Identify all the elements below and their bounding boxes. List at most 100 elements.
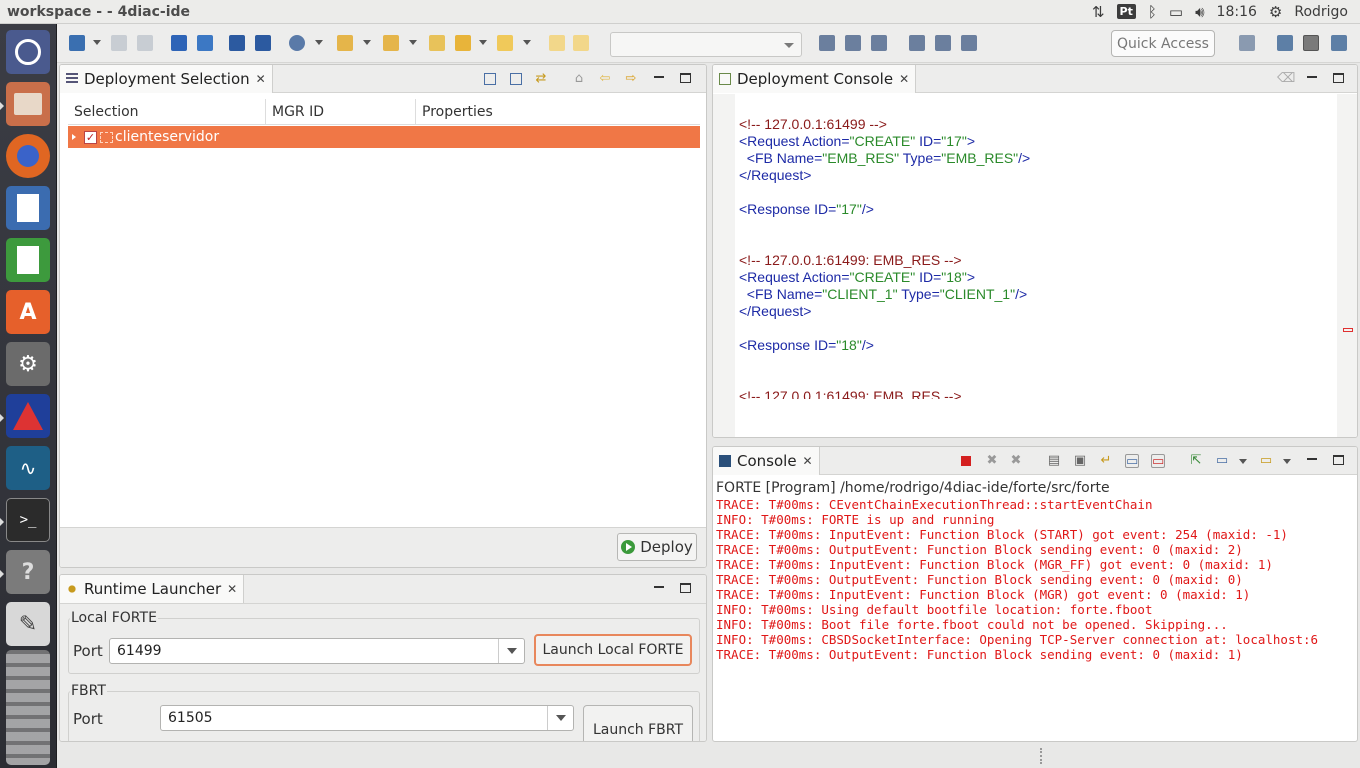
column-properties[interactable]: Properties [416, 99, 700, 124]
ruler-marker[interactable] [1343, 328, 1353, 332]
editor-icon[interactable]: ✎ [6, 602, 50, 646]
last-edit-icon[interactable] [429, 35, 445, 51]
volume-icon[interactable]: 🔊︎ [1195, 3, 1204, 21]
maximize-icon[interactable] [680, 73, 691, 83]
keyboard-layout-indicator[interactable]: Pt [1116, 4, 1136, 19]
tab-runtime-launcher[interactable]: Runtime Launcher ✕ [60, 575, 245, 603]
collapse-all-icon[interactable] [484, 73, 496, 85]
deployment-perspective-icon[interactable] [1303, 35, 1319, 51]
new-dropdown[interactable] [93, 40, 101, 45]
4diac-icon[interactable] [6, 394, 50, 438]
link-icon[interactable]: ⇄ [534, 72, 548, 86]
align-middle-icon[interactable] [935, 35, 951, 51]
align-left-icon[interactable] [819, 35, 835, 51]
debug-perspective-icon[interactable] [1331, 35, 1347, 51]
search-icon[interactable] [289, 35, 305, 51]
back-dropdown[interactable] [479, 40, 487, 45]
back-icon[interactable] [455, 35, 471, 51]
scope-icon[interactable]: ∿ [6, 446, 50, 490]
open-console-icon[interactable]: ▭ [1259, 454, 1273, 468]
network-arrows-icon[interactable]: ⇅ [1092, 3, 1105, 21]
bluetooth-icon[interactable]: ᛒ [1148, 3, 1157, 21]
tab-console[interactable]: Console ✕ [713, 447, 820, 475]
minimize-icon[interactable] [1307, 458, 1317, 460]
minimize-icon[interactable] [654, 586, 664, 588]
show-on-stderr-icon[interactable]: ▭ [1151, 454, 1165, 469]
redo-icon[interactable] [573, 35, 589, 51]
align-top-icon[interactable] [909, 35, 925, 51]
forward-arrow-icon[interactable]: ⇨ [624, 72, 638, 86]
ubuntu-logo-icon[interactable] [6, 30, 50, 74]
scroll-lock-icon[interactable]: ▣ [1073, 454, 1087, 468]
close-icon[interactable]: ✕ [899, 72, 909, 86]
remove-all-launches-icon[interactable]: ✖ [1009, 454, 1023, 468]
search-dropdown[interactable] [315, 40, 323, 45]
files-icon[interactable] [6, 82, 50, 126]
align-center-icon[interactable] [845, 35, 861, 51]
chevron-down-icon[interactable] [547, 706, 573, 730]
calc-icon[interactable] [6, 238, 50, 282]
previous-annotation-icon[interactable] [383, 35, 399, 51]
clock[interactable]: 18:16 [1217, 4, 1257, 20]
previous-annotation-dropdown[interactable] [409, 40, 417, 45]
clear-console-icon[interactable]: ▤ [1047, 454, 1061, 468]
minimize-icon[interactable] [654, 76, 664, 78]
system-perspective-icon[interactable] [1277, 35, 1293, 51]
power-gear-icon[interactable]: ⚙ [1269, 3, 1282, 21]
maximize-icon[interactable] [680, 583, 691, 593]
tab-deployment-selection[interactable]: Deployment Selection ✕ [60, 65, 273, 93]
show-on-stdout-icon[interactable]: ▭ [1125, 454, 1139, 469]
local-forte-port-combo[interactable]: 61499 [109, 638, 525, 664]
console-output[interactable]: TRACE: T#00ms: CEventChainExecutionThrea… [716, 497, 1356, 662]
deploy-button[interactable]: Deploy [617, 533, 697, 561]
terminal-icon[interactable]: >_ [6, 498, 50, 542]
save-icon[interactable] [111, 35, 127, 51]
terminate-icon[interactable] [959, 454, 973, 468]
close-icon[interactable]: ✕ [256, 72, 266, 86]
close-icon[interactable]: ✕ [227, 582, 237, 596]
open-console-dropdown[interactable] [1283, 459, 1291, 464]
tab-deployment-console[interactable]: Deployment Console ✕ [713, 65, 917, 93]
remove-launch-icon[interactable]: ✖ [985, 454, 999, 468]
column-selection[interactable]: Selection [68, 99, 266, 124]
battery-icon[interactable]: ▭ [1169, 3, 1183, 21]
fbrt-port-combo[interactable]: 61505 [160, 705, 574, 731]
tree-row[interactable]: ✓ clienteservidor [68, 126, 700, 148]
new-icon[interactable] [69, 35, 85, 51]
clear-console-icon[interactable]: ⌫ [1277, 72, 1295, 86]
word-wrap-icon[interactable]: ↵ [1099, 454, 1113, 468]
next-annotation-icon[interactable] [337, 35, 353, 51]
align-right-icon[interactable] [871, 35, 887, 51]
expand-all-icon[interactable] [510, 73, 522, 85]
expand-arrow-icon[interactable] [72, 134, 78, 140]
minimize-icon[interactable] [1307, 76, 1317, 78]
user-name[interactable]: Rodrigo [1294, 4, 1348, 20]
close-icon[interactable]: ✕ [803, 454, 813, 468]
firefox-icon[interactable] [6, 134, 50, 178]
maximize-icon[interactable] [1333, 455, 1344, 465]
back-arrow-icon[interactable]: ⇦ [598, 72, 612, 86]
home-icon[interactable]: ⌂ [572, 72, 586, 86]
quick-access-field[interactable]: Quick Access [1111, 30, 1215, 57]
display-console-icon[interactable]: ▭ [1215, 454, 1229, 468]
next-annotation-dropdown[interactable] [363, 40, 371, 45]
align-bottom-icon[interactable] [961, 35, 977, 51]
maximize-icon[interactable] [1333, 73, 1344, 83]
column-mgr-id[interactable]: MGR ID [266, 99, 416, 124]
launch-fbrt-button[interactable]: Launch FBRT [583, 705, 693, 741]
save-all-icon[interactable] [137, 35, 153, 51]
display-console-dropdown[interactable] [1239, 459, 1247, 464]
undo-icon[interactable] [549, 35, 565, 51]
chevron-down-icon[interactable] [498, 639, 524, 663]
new-fb-icon[interactable] [255, 35, 271, 51]
new-system-icon[interactable] [171, 35, 187, 51]
open-perspective-icon[interactable] [1239, 35, 1255, 51]
selection-checkbox[interactable]: ✓ [84, 130, 97, 144]
forward-icon[interactable] [497, 35, 513, 51]
deployment-console-text[interactable]: <!-- 127.0.0.1:61499 --> <Request Action=… [739, 99, 1339, 399]
software-center-icon[interactable]: A [6, 290, 50, 334]
help-icon[interactable]: ? [6, 550, 50, 594]
launcher-overflow-stack[interactable] [6, 650, 50, 765]
launch-local-forte-button[interactable]: Launch Local FORTE [534, 634, 692, 666]
forward-dropdown[interactable] [523, 40, 531, 45]
